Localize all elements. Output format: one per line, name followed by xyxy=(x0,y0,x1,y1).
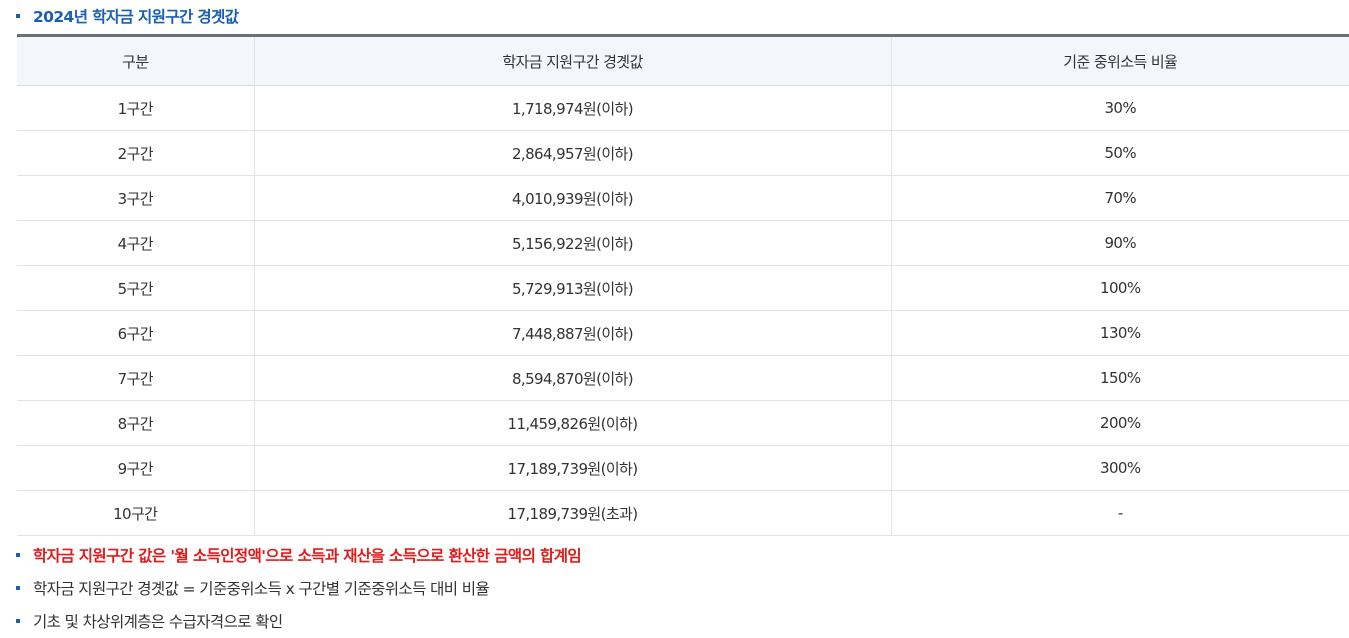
cell-threshold: 1,718,974원(이하) xyxy=(254,85,892,131)
cell-threshold: 4,010,939원(이하) xyxy=(254,175,892,221)
cell-bracket: 3구간 xyxy=(17,175,255,221)
cell-bracket: 8구간 xyxy=(17,400,255,446)
section-heading-text: 2024년 학자금 지원구간 경곗값 xyxy=(33,8,239,26)
cell-ratio: 130% xyxy=(891,310,1349,356)
table-row: 3구간 4,010,939원(이하) 70% xyxy=(17,175,1349,221)
note-text: 학자금 지원구간 값은 '월 소득인정액'으로 소득과 재산을 소득으로 환산한… xyxy=(33,547,582,565)
cell-ratio: 90% xyxy=(891,220,1349,266)
table-row: 10구간 17,189,739원(초과) - xyxy=(17,490,1349,536)
cell-threshold: 17,189,739원(이하) xyxy=(254,445,892,491)
cell-bracket: 1구간 xyxy=(17,85,255,131)
note-text: 기초 및 차상위계층은 수급자격으로 확인 xyxy=(33,613,283,631)
table-row: 2구간 2,864,957원(이하) 50% xyxy=(17,130,1349,176)
cell-threshold: 8,594,870원(이하) xyxy=(254,355,892,401)
cell-threshold: 5,156,922원(이하) xyxy=(254,220,892,266)
cell-bracket: 10구간 xyxy=(17,490,255,536)
cell-threshold: 7,448,887원(이하) xyxy=(254,310,892,356)
column-header-category: 구분 xyxy=(17,34,255,86)
support-bracket-table: 구분 학자금 지원구간 경곗값 기준 중위소득 비율 1구간 1,718,974… xyxy=(17,34,1349,536)
bullet-marker xyxy=(16,586,20,590)
table-row: 5구간 5,729,913원(이하) 100% xyxy=(17,265,1349,311)
cell-bracket: 5구간 xyxy=(17,265,255,311)
cell-bracket: 9구간 xyxy=(17,445,255,491)
cell-threshold: 17,189,739원(초과) xyxy=(254,490,892,536)
note-item-basic-recipients: 기초 및 차상위계층은 수급자격으로 확인 xyxy=(16,611,283,631)
cell-bracket: 4구간 xyxy=(17,220,255,266)
cell-ratio: 30% xyxy=(891,85,1349,131)
table-header-row: 구분 학자금 지원구간 경곗값 기준 중위소득 비율 xyxy=(17,34,1349,86)
table-row: 4구간 5,156,922원(이하) 90% xyxy=(17,220,1349,266)
cell-bracket: 7구간 xyxy=(17,355,255,401)
cell-ratio: 150% xyxy=(891,355,1349,401)
table-row: 8구간 11,459,826원(이하) 200% xyxy=(17,400,1349,446)
column-header-median-ratio: 기준 중위소득 비율 xyxy=(891,34,1349,86)
table-body: 1구간 1,718,974원(이하) 30% 2구간 2,864,957원(이하… xyxy=(17,85,1349,536)
cell-ratio: 200% xyxy=(891,400,1349,446)
cell-ratio: 100% xyxy=(891,265,1349,311)
bullet-marker xyxy=(16,553,20,557)
column-header-threshold: 학자금 지원구간 경곗값 xyxy=(254,34,892,86)
table-row: 6구간 7,448,887원(이하) 130% xyxy=(17,310,1349,356)
cell-bracket: 6구간 xyxy=(17,310,255,356)
table-row: 7구간 8,594,870원(이하) 150% xyxy=(17,355,1349,401)
cell-bracket: 2구간 xyxy=(17,130,255,176)
note-text: 학자금 지원구간 경곗값 = 기준중위소득 x 구간별 기준중위소득 대비 비율 xyxy=(33,580,490,598)
section-heading: 2024년 학자금 지원구간 경곗값 xyxy=(16,5,239,27)
cell-threshold: 11,459,826원(이하) xyxy=(254,400,892,446)
bullet-marker xyxy=(16,14,20,18)
cell-threshold: 2,864,957원(이하) xyxy=(254,130,892,176)
note-item-formula: 학자금 지원구간 경곗값 = 기준중위소득 x 구간별 기준중위소득 대비 비율 xyxy=(16,578,490,598)
bullet-marker xyxy=(16,619,20,623)
cell-ratio: 300% xyxy=(891,445,1349,491)
table-row: 1구간 1,718,974원(이하) 30% xyxy=(17,85,1349,131)
cell-threshold: 5,729,913원(이하) xyxy=(254,265,892,311)
table-header: 구분 학자금 지원구간 경곗값 기준 중위소득 비율 xyxy=(17,34,1349,86)
note-item-highlight: 학자금 지원구간 값은 '월 소득인정액'으로 소득과 재산을 소득으로 환산한… xyxy=(16,545,582,565)
cell-ratio: - xyxy=(891,490,1349,536)
table-row: 9구간 17,189,739원(이하) 300% xyxy=(17,445,1349,491)
cell-ratio: 70% xyxy=(891,175,1349,221)
cell-ratio: 50% xyxy=(891,130,1349,176)
